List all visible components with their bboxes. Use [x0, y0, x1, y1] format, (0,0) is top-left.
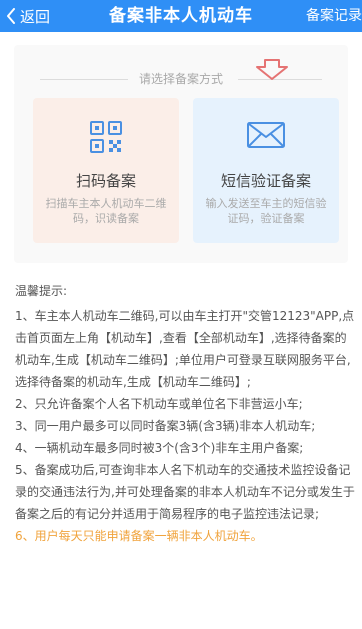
sms-method-desc: 输入发送至车主的短信验证码，验证备案: [205, 197, 327, 225]
tip-item-warning: 6、用户每天只能申请备案一辆非本人机动车。: [15, 529, 263, 543]
qr-method-desc: 扫描车主本人机动车二维码，识读备案: [45, 197, 167, 225]
tip-item: 4、一辆机动车最多同时被3个(含3个)非车主用户备案;: [15, 441, 304, 455]
tip-item: 5、备案成功后,可查询非本人名下机动车的交通技术监控设备记录的交通违法行为,并可…: [15, 463, 355, 521]
envelope-icon: [247, 122, 285, 148]
tip-item: 3、同一用户最多可以同时备案3辆(含3辆)非本人机动车;: [15, 419, 316, 433]
tip-item: 1、车主本人机动车二维码,可以由车主打开"交管12123"APP,点击首页面左上…: [15, 309, 355, 389]
tips-section: 温馨提示: 1、车主本人机动车二维码,可以由车主打开"交管12123"APP,点…: [15, 280, 357, 547]
qr-method-title: 扫码备案: [75, 172, 136, 190]
arrow-down-icon: [256, 59, 288, 80]
tip-item: 2、只允许备案个人名下机动车或单位名下非营运小车;: [15, 397, 303, 411]
qr-code-icon: [90, 121, 122, 153]
sms-method-card[interactable]: 短信验证备案 输入发送至车主的短信验证码，验证备案: [193, 98, 339, 243]
tips-title: 温馨提示:: [15, 284, 68, 298]
records-link[interactable]: 备案记录: [306, 0, 362, 32]
qr-method-card[interactable]: 扫码备案 扫描车主本人机动车二维码，识读备案: [33, 98, 179, 243]
sms-method-title: 短信验证备案: [220, 172, 311, 190]
method-header: 请选择备案方式: [0, 70, 362, 88]
nav-bar: 返回 备案非本人机动车 备案记录: [0, 0, 362, 32]
